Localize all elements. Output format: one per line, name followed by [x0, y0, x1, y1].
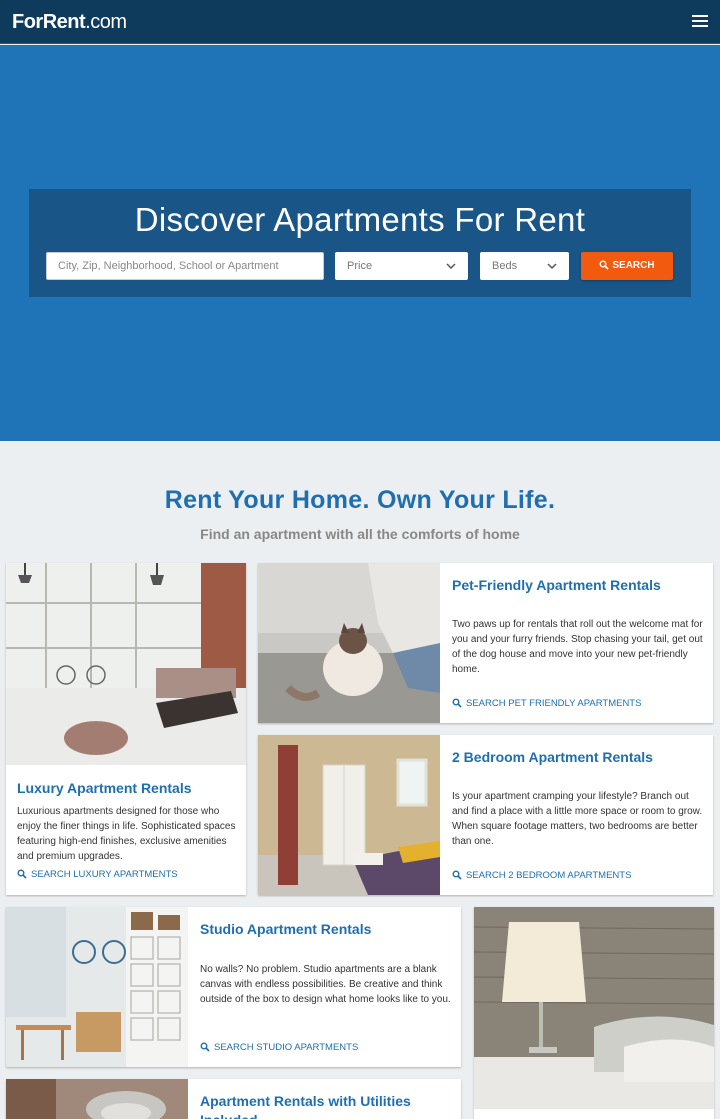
luxury-card-description: Luxurious apartments designed for those …: [17, 806, 236, 862]
studio-card-description: No walls? No problem. Studio apartments …: [200, 964, 451, 1005]
chevron-down-icon: [547, 263, 557, 270]
beds-select-label: Beds: [492, 260, 518, 272]
bedroom-lamp-card[interactable]: [474, 907, 714, 1119]
studio-room-image: [6, 907, 188, 1067]
luxury-apartments-card[interactable]: Luxury Apartment Rentals Luxurious apart…: [6, 563, 246, 895]
price-select-label: Price: [347, 260, 373, 272]
search-luxury-link[interactable]: SEARCH LUXURY APARTMENTS: [17, 869, 178, 880]
two-bedroom-card-description: Is your apartment cramping your lifestyl…: [452, 791, 703, 847]
utilities-card-title[interactable]: Apartment Rentals with Utilities Include…: [200, 1092, 450, 1119]
luxury-loft-image: [6, 563, 246, 765]
search-icon: [452, 698, 462, 708]
pet-card-description: Two paws up for rentals that roll out th…: [452, 619, 703, 675]
studio-apartments-card[interactable]: Studio Apartment Rentals No walls? No pr…: [6, 907, 461, 1067]
beds-select[interactable]: Beds: [480, 252, 569, 280]
search-icon: [452, 870, 462, 880]
hero-title: Discover Apartments For Rent: [134, 201, 586, 238]
pet-card-title[interactable]: Pet-Friendly Apartment Rentals: [452, 576, 702, 595]
hero-banner: Discover Apartments For Rent City, Zip, …: [0, 45, 720, 441]
utilities-image: [6, 1079, 188, 1119]
search-2-bedroom-link[interactable]: SEARCH 2 BEDROOM APARTMENTS: [452, 870, 631, 881]
utilities-included-card[interactable]: Apartment Rentals with Utilities Include…: [6, 1079, 461, 1119]
search-pet-friendly-link[interactable]: SEARCH PET FRIENDLY APARTMENTS: [452, 698, 641, 709]
search-icon: [599, 260, 609, 270]
cat-on-couch-image: [258, 563, 440, 723]
price-select[interactable]: Price: [335, 252, 468, 280]
site-header: ForRent.com: [0, 0, 720, 44]
search-icon: [200, 1042, 210, 1052]
bedroom-image: [258, 735, 440, 895]
studio-card-title[interactable]: Studio Apartment Rentals: [200, 920, 450, 939]
pet-friendly-card[interactable]: Pet-Friendly Apartment Rentals Two paws …: [258, 563, 713, 723]
search-button[interactable]: SEARCH: [581, 252, 673, 280]
bedside-lamp-image: [474, 907, 714, 1109]
section-title: Rent Your Home. Own Your Life.: [164, 486, 556, 514]
search-studio-link[interactable]: SEARCH STUDIO APARTMENTS: [200, 1042, 358, 1053]
hamburger-menu-icon[interactable]: [692, 15, 708, 29]
two-bedroom-card[interactable]: 2 Bedroom Apartment Rentals Is your apar…: [258, 735, 713, 895]
location-search-input[interactable]: City, Zip, Neighborhood, School or Apart…: [46, 252, 324, 280]
search-panel: Discover Apartments For Rent City, Zip, …: [29, 189, 691, 297]
forrent-logo[interactable]: ForRent.com: [12, 11, 127, 34]
section-subtitle: Find an apartment with all the comforts …: [200, 526, 520, 542]
search-icon: [17, 869, 27, 879]
luxury-card-title[interactable]: Luxury Apartment Rentals: [17, 779, 237, 798]
chevron-down-icon: [446, 263, 456, 270]
two-bedroom-card-title[interactable]: 2 Bedroom Apartment Rentals: [452, 748, 702, 767]
